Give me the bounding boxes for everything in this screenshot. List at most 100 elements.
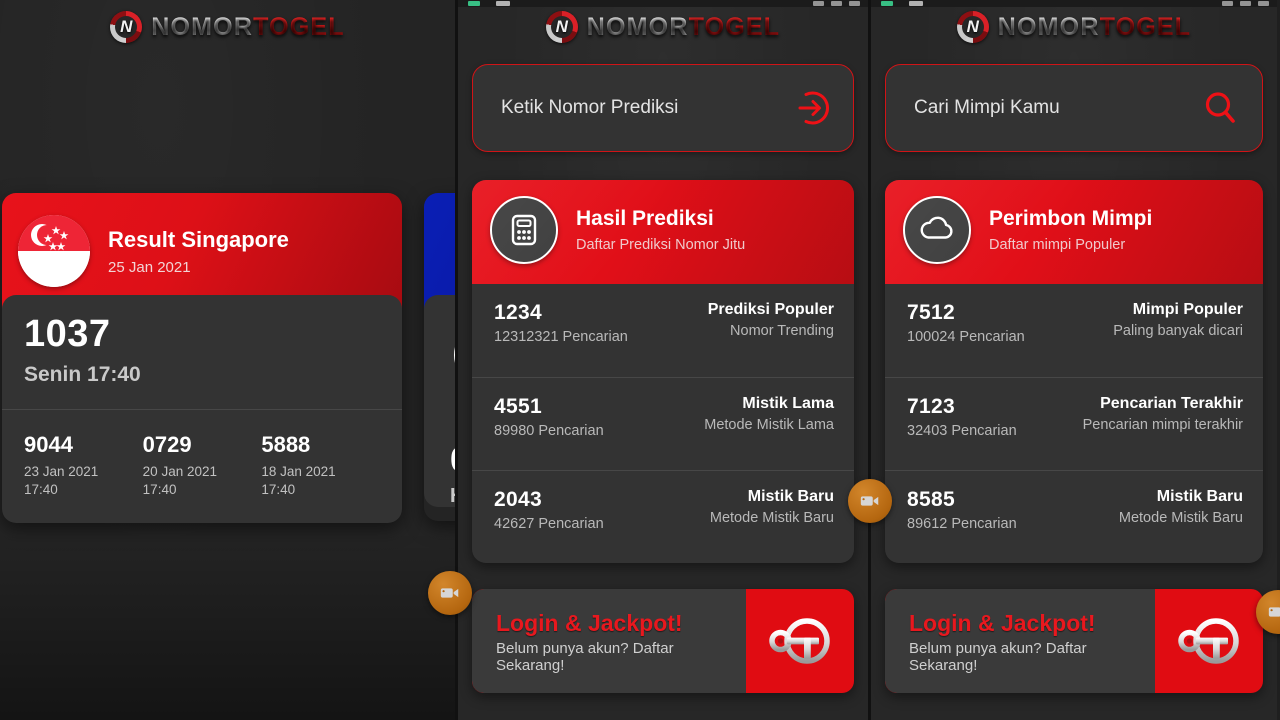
status-icon-battery: [1258, 1, 1269, 6]
result-previous-item[interactable]: 9044 23 Jan 2021 17:40: [24, 432, 143, 497]
login-jackpot-banner[interactable]: Login & Jackpot! Belum punya akun? Dafta…: [472, 589, 854, 693]
result-previous-item[interactable]: 0729 20 Jan 2021 17:40: [143, 432, 262, 497]
status-icon-clock: [496, 1, 510, 6]
list-item[interactable]: 7123 32403 Pencarian Pencarian Terakhir …: [885, 377, 1263, 470]
key-circle-icon: [1155, 589, 1263, 693]
result-latest-daytime: Senin 17:40: [24, 362, 141, 386]
card-subtitle: Daftar mimpi Populer: [989, 237, 1126, 253]
video-camera-icon: [440, 588, 459, 598]
card-hasil-prediksi[interactable]: Hasil Prediksi Daftar Prediksi Nomor Jit…: [472, 180, 854, 563]
search-icon[interactable]: [1200, 87, 1242, 129]
row-tag-sub: Pencarian mimpi terakhir: [1082, 417, 1243, 433]
panel-middle: N NOMORTOGEL Ketik Nomor Prediksi Hasil …: [455, 0, 868, 720]
logo-mark-icon: N: [545, 11, 578, 43]
result-card-header: Result Singapore 25 Jan 2021: [2, 193, 402, 309]
row-number: 4551: [494, 395, 542, 418]
prediction-search-input[interactable]: Ketik Nomor Prediksi: [501, 97, 791, 119]
video-camera-icon: [1268, 607, 1280, 617]
status-icon-signal: [468, 1, 480, 6]
list-item[interactable]: 2043 42627 Pencarian Mistik Baru Metode …: [472, 470, 854, 563]
status-icon-cellular: [1240, 1, 1251, 6]
row-tag: Mistik Lama: [742, 395, 834, 412]
row-tag: Prediksi Populer: [707, 301, 834, 318]
dream-search-input[interactable]: Cari Mimpi Kamu: [914, 97, 1200, 119]
row-meta: 32403 Pencarian: [907, 423, 1017, 439]
row-tag: Mistik Baru: [1156, 488, 1243, 505]
row-meta: 12312321 Pencarian: [494, 329, 628, 345]
previous-date: 23 Jan 2021: [24, 463, 99, 479]
previous-number: 9044: [24, 431, 73, 457]
status-icon-wifi: [813, 1, 824, 6]
card-row-list: 7512 100024 Pencarian Mimpi Populer Pali…: [885, 284, 1263, 563]
logo-mark-letter: N: [555, 17, 568, 36]
result-previous-item[interactable]: 5888 18 Jan 2021 17:40: [261, 432, 380, 497]
screen-recorder-button[interactable]: [428, 571, 472, 615]
peek-card-body: 0 H: [424, 295, 455, 507]
card-header: Hasil Prediksi Daftar Prediksi Nomor Jit…: [472, 180, 854, 284]
banner-subtitle: Belum punya akun? Daftar Sekarang!: [909, 640, 1087, 675]
result-previous-list: 9044 23 Jan 2021 17:40 0729 20 Jan 2021 …: [2, 408, 402, 523]
card-perimbon-mimpi[interactable]: Perimbon Mimpi Daftar mimpi Populer 7512…: [885, 180, 1263, 563]
status-icon-clock: [909, 1, 923, 6]
previous-time: 17:40: [261, 481, 296, 497]
result-card-date: 25 Jan 2021: [108, 258, 191, 276]
panel-right: N NOMORTOGEL Cari Mimpi Kamu Perimbon Mi…: [868, 0, 1277, 720]
banner-subtitle: Belum punya akun? Daftar Sekarang!: [496, 640, 674, 675]
status-icon-signal: [881, 1, 893, 6]
arrow-right-circle-icon[interactable]: [791, 87, 833, 129]
logo-text-accent: TOGEL: [253, 12, 345, 41]
logo-text-accent: TOGEL: [688, 12, 781, 41]
list-item[interactable]: 1234 12312321 Pencarian Prediksi Populer…: [472, 284, 854, 377]
peek-card-header: [424, 193, 455, 309]
result-card-peek[interactable]: 0 H: [424, 193, 455, 521]
row-tag-sub: Metode Mistik Lama: [704, 417, 834, 433]
row-meta: 89612 Pencarian: [907, 516, 1017, 532]
logo-text-primary: NOMOR: [997, 12, 1100, 41]
status-icon-battery: [849, 1, 860, 6]
row-tag: Mimpi Populer: [1132, 301, 1243, 318]
previous-date: 18 Jan 2021: [261, 463, 336, 479]
dream-search-box[interactable]: Cari Mimpi Kamu: [885, 64, 1263, 152]
row-meta: 100024 Pencarian: [907, 329, 1025, 345]
screenshot-root: N NOMORTOGEL 0 H: [0, 0, 1280, 720]
panel-left: N NOMORTOGEL 0 H: [0, 0, 455, 720]
logo-mark-letter: N: [966, 17, 979, 36]
screen-recorder-button[interactable]: [848, 479, 892, 523]
row-tag-sub: Nomor Trending: [730, 323, 834, 339]
login-jackpot-banner[interactable]: Login & Jackpot! Belum punya akun? Dafta…: [885, 589, 1263, 693]
list-item[interactable]: 4551 89980 Pencarian Mistik Lama Metode …: [472, 377, 854, 470]
card-title: Perimbon Mimpi: [989, 207, 1153, 230]
card-row-list: 1234 12312321 Pencarian Prediksi Populer…: [472, 284, 854, 563]
row-tag: Mistik Baru: [747, 488, 834, 505]
prediction-search-box[interactable]: Ketik Nomor Prediksi: [472, 64, 854, 152]
result-card-body: 1037 Senin 17:40 9044 23 Jan 2021 17:40 …: [2, 295, 402, 523]
row-meta: 89980 Pencarian: [494, 423, 604, 439]
previous-time: 17:40: [24, 481, 58, 497]
banner-title: Login & Jackpot!: [909, 610, 1096, 636]
result-latest-number: 1037: [24, 313, 111, 355]
previous-number: 5888: [261, 431, 311, 457]
logo-text-primary: NOMOR: [151, 12, 254, 41]
singapore-flag-icon: [18, 215, 90, 287]
cloud-icon: [903, 196, 971, 264]
card-subtitle: Daftar Prediksi Nomor Jitu: [576, 237, 746, 253]
list-item[interactable]: 7512 100024 Pencarian Mimpi Populer Pali…: [885, 284, 1263, 377]
previous-date: 20 Jan 2021: [142, 463, 217, 479]
app-logo: N NOMORTOGEL: [0, 0, 455, 46]
previous-number: 0729: [142, 431, 192, 457]
row-tag: Pencarian Terakhir: [1100, 395, 1243, 412]
logo-text-primary: NOMOR: [586, 12, 689, 41]
card-header: Perimbon Mimpi Daftar mimpi Populer: [885, 180, 1263, 284]
row-number: 7123: [907, 395, 955, 418]
row-number: 1234: [494, 301, 542, 324]
logo-mark-icon: N: [110, 11, 143, 43]
key-circle-icon: [746, 589, 854, 693]
video-camera-icon: [860, 496, 879, 506]
result-card-singapore[interactable]: Result Singapore 25 Jan 2021 1037 Senin …: [2, 193, 402, 523]
calculator-icon: [490, 196, 558, 264]
logo-mark-letter: N: [120, 17, 133, 36]
status-bar: [871, 0, 1277, 7]
row-number: 2043: [494, 488, 542, 511]
row-tag-sub: Paling banyak dicari: [1113, 323, 1243, 339]
list-item[interactable]: 8585 89612 Pencarian Mistik Baru Metode …: [885, 470, 1263, 563]
